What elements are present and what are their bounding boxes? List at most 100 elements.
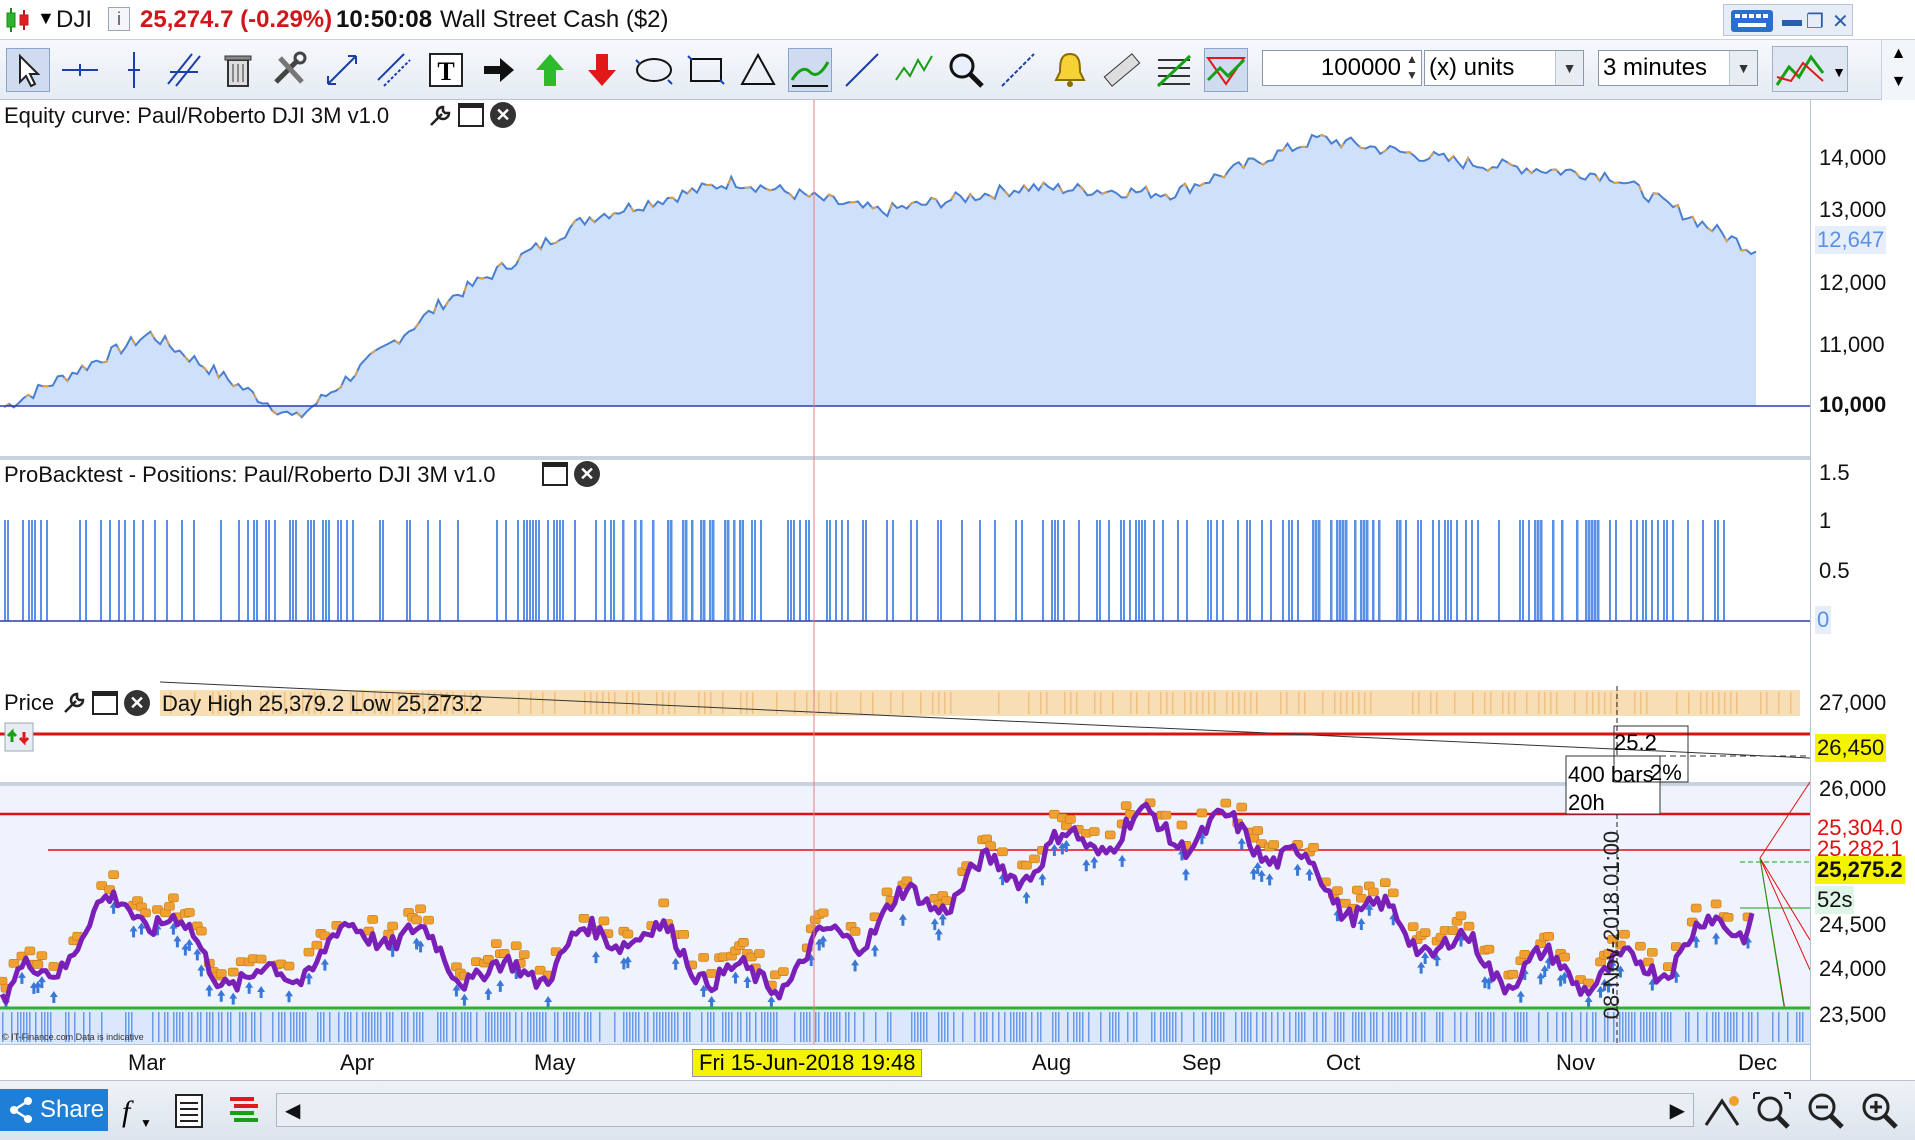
fit-tool[interactable] xyxy=(320,48,364,92)
delete-tool[interactable] xyxy=(216,48,260,92)
chart-canvas[interactable] xyxy=(0,100,1810,1080)
pointer-tool[interactable] xyxy=(6,48,50,92)
volume-bar xyxy=(1523,1012,1525,1042)
pattern-tool[interactable] xyxy=(1204,48,1248,92)
date-axis[interactable]: Mar Apr May Fri 15-Jun-2018 19:48 Aug Se… xyxy=(0,1044,1810,1080)
position-bar xyxy=(7,520,9,621)
text-tool[interactable]: T xyxy=(424,48,468,92)
position-bar xyxy=(523,520,525,621)
close-panel-icon[interactable]: ✕ xyxy=(574,461,600,487)
indicator-icon[interactable]: f ▼ xyxy=(112,1091,152,1131)
share-button[interactable]: Share xyxy=(0,1089,108,1131)
keyboard-icon[interactable] xyxy=(1730,9,1774,33)
horizontal-line-tool[interactable] xyxy=(58,48,102,92)
scroll-right-icon[interactable]: ▶ xyxy=(1670,1098,1685,1123)
line-tool[interactable] xyxy=(840,48,884,92)
volume-bar xyxy=(1244,1012,1246,1042)
chevron-down-icon[interactable]: ▼ xyxy=(1555,51,1583,85)
position-bar xyxy=(124,520,126,621)
volume-bar xyxy=(380,1012,382,1042)
chart-type-button[interactable]: ▼ xyxy=(1772,46,1848,92)
position-bar xyxy=(1021,520,1023,621)
info-band-tick xyxy=(1028,692,1030,714)
chevron-down-icon[interactable]: ▼ xyxy=(1729,51,1757,85)
symbol-dropdown-icon[interactable]: ▼ xyxy=(37,8,55,29)
close-panel-icon[interactable]: ✕ xyxy=(124,690,150,716)
timeframe-select[interactable]: 3 minutes ▼ xyxy=(1598,50,1758,86)
trade-marker xyxy=(706,969,717,978)
position-bar xyxy=(1519,520,1521,621)
trade-marker xyxy=(738,938,749,947)
info-band-tick xyxy=(1280,692,1282,714)
trade-marker xyxy=(1387,888,1399,898)
minimize-icon[interactable]: ▬ xyxy=(1782,9,1802,32)
quantity-stepper[interactable]: ▲ ▼ xyxy=(1404,51,1420,85)
quantity-input[interactable]: 100000 xyxy=(1262,50,1422,86)
fibonacci-tool[interactable] xyxy=(1152,48,1196,92)
volume-bar xyxy=(377,1012,379,1042)
position-bar xyxy=(862,520,864,621)
trade-marker xyxy=(1176,820,1188,830)
tools-tool[interactable] xyxy=(268,48,312,92)
volume-bar xyxy=(626,1012,628,1042)
position-bar xyxy=(268,520,270,621)
channel-tool[interactable] xyxy=(372,48,416,92)
buy-arrow-tool[interactable] xyxy=(528,48,572,92)
parallel-lines-tool[interactable] xyxy=(162,48,206,92)
restore-icon[interactable]: ❐ xyxy=(1806,9,1824,34)
alert-tool[interactable] xyxy=(1048,48,1092,92)
refresh-arrows-icon[interactable] xyxy=(4,722,34,752)
horizontal-scrollbar[interactable]: ◀ ▶ xyxy=(276,1093,1694,1127)
wrench-icon[interactable] xyxy=(62,691,86,715)
zoom-in-icon[interactable] xyxy=(1860,1091,1900,1131)
symbol-label[interactable]: DJI xyxy=(56,6,92,34)
scroll-left-icon[interactable]: ◀ xyxy=(285,1098,300,1123)
position-bar xyxy=(409,520,411,621)
rectangle-tool[interactable] xyxy=(684,48,728,92)
info-band-tick xyxy=(1304,692,1306,714)
volume-bar xyxy=(1202,1012,1204,1042)
position-bar xyxy=(1714,520,1716,621)
volume-bar xyxy=(998,1012,1000,1042)
info-icon[interactable]: i xyxy=(108,7,130,31)
regression-tool[interactable] xyxy=(788,48,832,92)
position-bar xyxy=(760,520,762,621)
arrow-tool[interactable] xyxy=(476,48,520,92)
rectangle-icon xyxy=(687,55,725,85)
volume-bar xyxy=(1586,1012,1588,1042)
auto-scale-icon[interactable] xyxy=(1702,1091,1742,1131)
ruler-tool[interactable] xyxy=(1100,48,1144,92)
price-axis[interactable]: 14,000 13,000 12,647 12,000 11,000 10,00… xyxy=(1810,100,1915,1080)
volume-bar xyxy=(1373,1012,1375,1042)
candlestick-icon[interactable] xyxy=(4,6,32,34)
zigzag-tool[interactable] xyxy=(892,48,936,92)
close-window-icon[interactable]: ✕ xyxy=(1832,9,1849,34)
ellipse-tool[interactable] xyxy=(632,48,676,92)
volume-bar xyxy=(854,1012,856,1042)
wrench-icon[interactable] xyxy=(428,104,452,128)
window-icon[interactable] xyxy=(458,103,484,127)
zoom-tool[interactable] xyxy=(944,48,988,92)
list-icon[interactable] xyxy=(170,1091,210,1131)
units-select[interactable]: (x) units ▼ xyxy=(1424,50,1584,86)
sell-arrow-tool[interactable] xyxy=(580,48,624,92)
position-bar xyxy=(979,520,981,621)
window-icon[interactable] xyxy=(542,462,568,486)
window-icon[interactable] xyxy=(92,691,118,715)
triangle-tool[interactable] xyxy=(736,48,780,92)
order-book-icon[interactable] xyxy=(224,1091,264,1131)
info-band-tick xyxy=(1604,692,1606,714)
pen-tool[interactable] xyxy=(996,48,1040,92)
zoom-out-icon[interactable] xyxy=(1806,1091,1846,1131)
info-band-tick xyxy=(1226,692,1228,714)
volume-bar xyxy=(1322,1012,1324,1042)
copyright-notice: © IT-Finance.com Data is indicative xyxy=(2,1032,144,1042)
volume-bar xyxy=(209,1012,211,1042)
zoom-fit-icon[interactable] xyxy=(1752,1091,1792,1131)
side-scroll-arrows[interactable]: ▲ ▼ xyxy=(1881,40,1915,100)
vertical-line-tool[interactable] xyxy=(112,48,156,92)
info-band-tick xyxy=(584,692,586,714)
volume-bar xyxy=(689,1012,691,1042)
volume-bar xyxy=(806,1012,808,1042)
close-panel-icon[interactable]: ✕ xyxy=(490,102,516,128)
